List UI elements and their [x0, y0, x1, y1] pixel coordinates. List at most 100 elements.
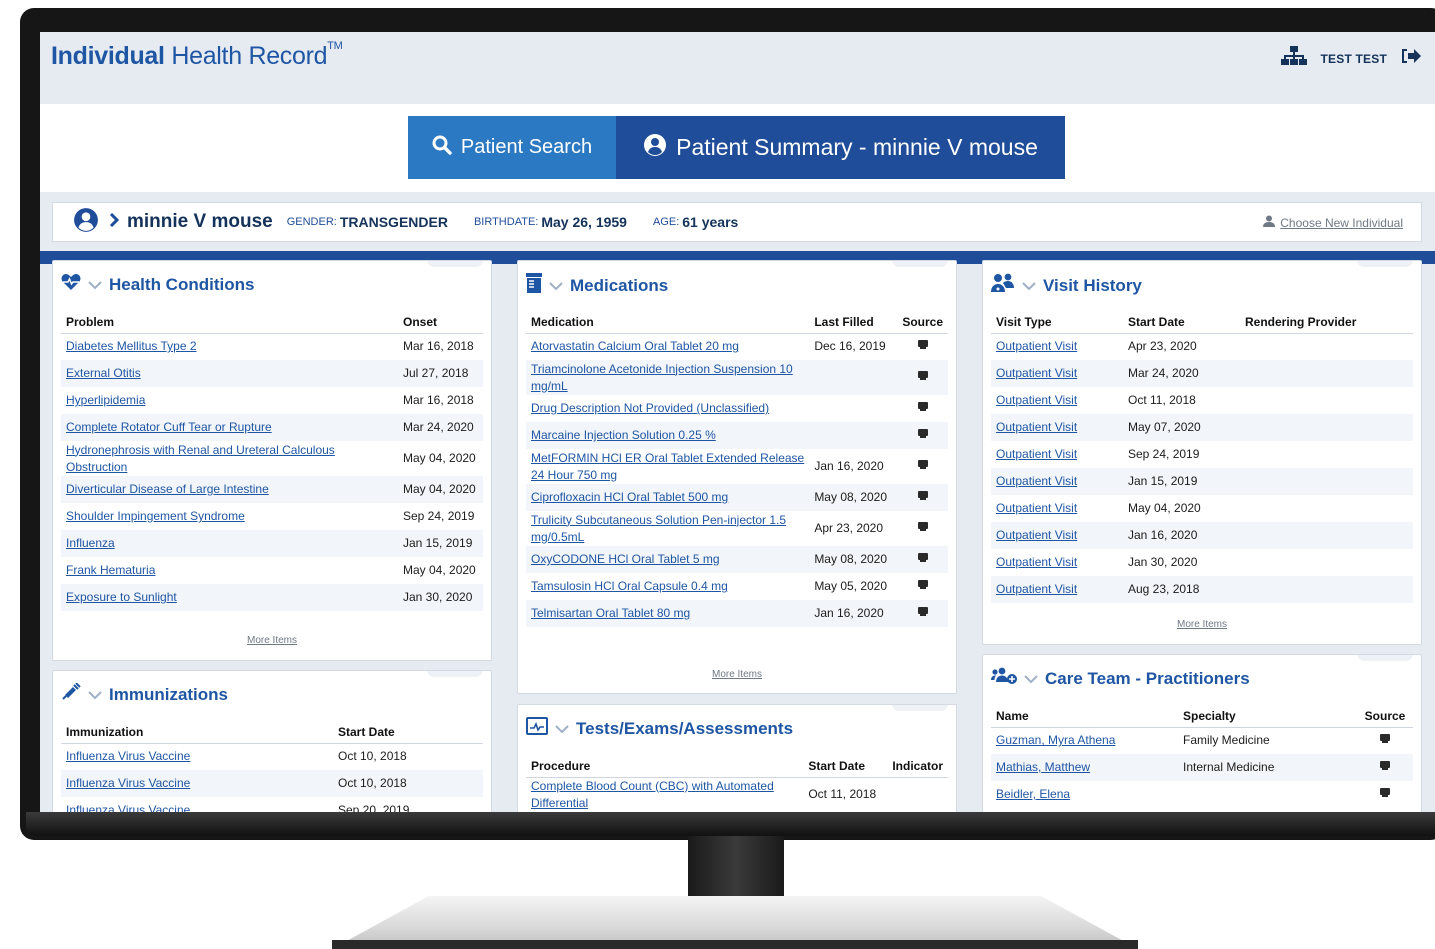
- condition-link[interactable]: Influenza: [66, 536, 115, 550]
- medication-link[interactable]: MetFORMIN HCl ER Oral Tablet Extended Re…: [531, 451, 804, 482]
- medications-header[interactable]: Medications: [526, 273, 668, 298]
- procedure-link[interactable]: Complete Blood Count (CBC) with Automate…: [531, 779, 774, 810]
- care-team-header[interactable]: Care Team - Practitioners: [991, 667, 1250, 690]
- visit-link[interactable]: Outpatient Visit: [996, 501, 1077, 515]
- practitioner-link[interactable]: Guzman, Myra Athena: [996, 733, 1115, 747]
- medication-link[interactable]: Telmisartan Oral Tablet 80 mg: [531, 606, 690, 620]
- visit-history-header[interactable]: Visit History: [991, 273, 1142, 298]
- condition-link[interactable]: Exposure to Sunlight: [66, 590, 177, 604]
- table-row: Drug Description Not Provided (Unclassif…: [526, 395, 948, 422]
- visit-link[interactable]: Outpatient Visit: [996, 474, 1077, 488]
- health-conditions-header[interactable]: Health Conditions: [61, 273, 254, 296]
- onset-date: Mar 24, 2020: [398, 414, 483, 441]
- gender-label: GENDER:: [286, 216, 337, 228]
- medication-link[interactable]: Tamsulosin HCl Oral Capsule 0.4 mg: [531, 579, 728, 593]
- col-visit-type: Visit Type: [991, 311, 1123, 334]
- start-date: Oct 11, 2018: [1128, 393, 1196, 407]
- table-row: Outpatient Visit Jan 15, 2019: [991, 468, 1413, 495]
- start-date: Mar 24, 2020: [1123, 360, 1240, 387]
- condition-link[interactable]: Hyperlipidemia: [66, 393, 145, 407]
- chevron-down-icon[interactable]: [555, 721, 569, 737]
- chevron-right-icon[interactable]: [109, 212, 120, 232]
- visit-link[interactable]: Outpatient Visit: [996, 555, 1077, 569]
- condition-link[interactable]: Shoulder Impingement Syndrome: [66, 509, 245, 523]
- computer-icon: [917, 553, 929, 563]
- immunization-link[interactable]: Influenza Virus Vaccine: [66, 803, 190, 812]
- visit-history-title: Visit History: [1043, 275, 1142, 295]
- tests-table: Procedure Start Date Indicator Complete …: [526, 755, 948, 812]
- brand-bold: Individual: [51, 42, 165, 70]
- col-indicator: Indicator: [887, 755, 948, 778]
- chevron-down-icon[interactable]: [1022, 278, 1036, 294]
- visit-link[interactable]: Outpatient Visit: [996, 447, 1077, 461]
- chevron-down-icon[interactable]: [88, 277, 102, 293]
- table-row: Triamcinolone Acetonide Injection Suspen…: [526, 360, 948, 395]
- gender-value: TRANSGENDER: [339, 214, 448, 230]
- practitioner-link[interactable]: Beidler, Elena: [996, 787, 1070, 801]
- monitor-neck: [688, 836, 784, 906]
- condition-link[interactable]: Hydronephrosis with Renal and Ureteral C…: [66, 443, 335, 474]
- last-filled: May 08, 2020: [809, 484, 898, 511]
- last-filled: Jan 16, 2020: [809, 600, 898, 627]
- medication-link[interactable]: Ciprofloxacin HCl Oral Tablet 500 mg: [531, 490, 728, 504]
- visit-link[interactable]: Outpatient Visit: [996, 420, 1077, 434]
- health-conditions-title: Health Conditions: [109, 274, 255, 294]
- tab-patient-search[interactable]: Patient Search: [408, 116, 616, 179]
- start-date: Sep 24, 2019: [1128, 447, 1200, 461]
- col-last-filled: Last Filled: [809, 311, 898, 334]
- condition-link[interactable]: External Otitis: [66, 366, 141, 380]
- onset-date: Sep 24, 2019: [403, 509, 475, 523]
- chevron-down-icon[interactable]: [88, 687, 102, 703]
- specialty: Family Medicine: [1183, 733, 1270, 748]
- more-items-link[interactable]: More Items: [983, 619, 1421, 630]
- medication-link[interactable]: Marcaine Injection Solution 0.25 %: [531, 428, 716, 442]
- practitioner-link[interactable]: Mathias, Matthew: [996, 760, 1090, 774]
- condition-link[interactable]: Diabetes Mellitus Type 2: [66, 339, 197, 353]
- chevron-down-icon[interactable]: [1024, 671, 1038, 687]
- visit-link[interactable]: Outpatient Visit: [996, 366, 1077, 380]
- tests-header[interactable]: Tests/Exams/Assessments: [526, 717, 793, 740]
- chevron-down-icon[interactable]: [549, 278, 563, 294]
- immunizations-table: Immunization Start Date Influenza Virus …: [61, 721, 483, 812]
- table-row: Guzman, Myra Athena Family Medicine: [991, 727, 1413, 754]
- sitemap-icon[interactable]: [1280, 46, 1307, 71]
- onset-date: May 04, 2020: [398, 476, 483, 503]
- more-items-link[interactable]: More Items: [53, 635, 491, 646]
- condition-link[interactable]: Frank Hematuria: [66, 563, 155, 577]
- col-specialty: Specialty: [1178, 705, 1357, 728]
- table-row: Marcaine Injection Solution 0.25 %: [526, 422, 948, 449]
- logout-icon[interactable]: [1401, 47, 1421, 70]
- last-filled: Apr 23, 2020: [814, 521, 884, 535]
- last-filled: Dec 16, 2019: [814, 339, 886, 354]
- immunization-link[interactable]: Influenza Virus Vaccine: [66, 776, 190, 790]
- visit-link[interactable]: Outpatient Visit: [996, 339, 1077, 353]
- user-name[interactable]: TEST TEST: [1321, 52, 1387, 66]
- visit-link[interactable]: Outpatient Visit: [996, 393, 1077, 407]
- patient-bar: minnie V mouse GENDER: TRANSGENDER BIRTH…: [52, 202, 1422, 242]
- condition-link[interactable]: Diverticular Disease of Large Intestine: [66, 482, 269, 496]
- birthdate-value: May 26, 1959: [541, 214, 627, 230]
- computer-icon: [1379, 761, 1391, 771]
- medication-link[interactable]: Atorvastatin Calcium Oral Tablet 20 mg: [531, 339, 739, 353]
- visit-link[interactable]: Outpatient Visit: [996, 528, 1077, 542]
- visit-link[interactable]: Outpatient Visit: [996, 582, 1077, 596]
- more-items-link[interactable]: More Items: [518, 669, 956, 680]
- col-source: Source: [1357, 705, 1413, 728]
- immunization-link[interactable]: Influenza Virus Vaccine: [66, 749, 190, 763]
- start-date: Jan 16, 2020: [1123, 522, 1240, 549]
- medication-link[interactable]: Triamcinolone Acetonide Injection Suspen…: [531, 362, 793, 393]
- prescription-bottle-icon: [526, 273, 542, 298]
- immunizations-header[interactable]: Immunizations: [61, 682, 228, 706]
- choose-new-individual-link[interactable]: Choose New Individual: [1263, 215, 1403, 230]
- brand-rest: Health Record: [164, 42, 328, 70]
- condition-link[interactable]: Complete Rotator Cuff Tear or Rupture: [66, 420, 272, 434]
- medication-link[interactable]: Trulicity Subcutaneous Solution Pen-inje…: [531, 513, 786, 544]
- medication-link[interactable]: OxyCODONE HCl Oral Tablet 5 mg: [531, 552, 720, 566]
- onset-date: Mar 16, 2018: [403, 339, 474, 354]
- tab-patient-summary[interactable]: Patient Summary - minnie V mouse: [616, 116, 1065, 179]
- brand-logo[interactable]: Individual Health RecordTM: [51, 40, 343, 71]
- immunizations-card: Immunizations Immunization Start Date In…: [52, 670, 492, 812]
- medication-link[interactable]: Drug Description Not Provided (Unclassif…: [531, 401, 769, 415]
- computer-icon: [1379, 734, 1391, 744]
- table-row: Outpatient Visit Oct 11, 2018: [991, 387, 1413, 414]
